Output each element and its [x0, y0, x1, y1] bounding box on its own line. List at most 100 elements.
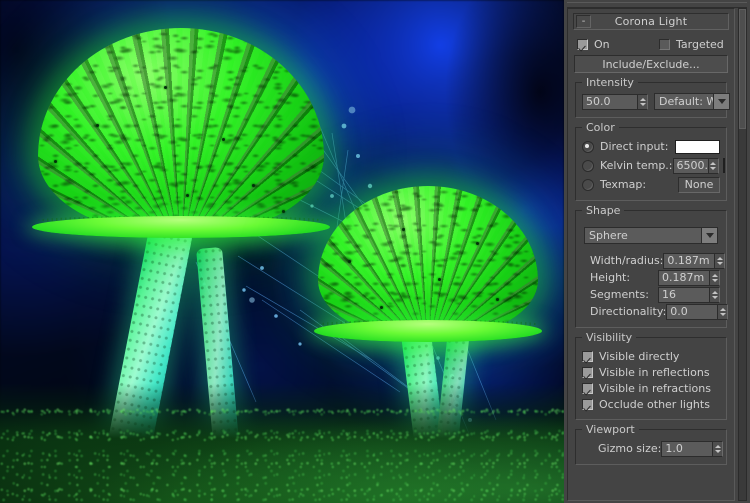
intensity-spinner-arrows[interactable] — [637, 93, 648, 110]
directionality-spinner[interactable]: 0.0 — [666, 303, 729, 320]
kelvin-spinner-arrows[interactable] — [707, 157, 719, 174]
chevron-down-icon[interactable] — [701, 228, 717, 243]
intensity-group: Intensity 50.0 Default: W — [575, 76, 730, 118]
checkbox-occlude-lights-icon[interactable] — [582, 398, 593, 410]
spinner-up-icon[interactable] — [639, 97, 646, 101]
height-row: Height: 0.187m — [582, 269, 720, 286]
width-radius-label: Width/radius: — [590, 254, 664, 267]
visible-in-refractions-row[interactable]: Visible in refractions — [582, 380, 720, 396]
direct-input-row[interactable]: Direct input: — [582, 138, 720, 155]
cap-pore — [348, 260, 351, 263]
visibility-group: Visibility Visible directly Visible in r… — [575, 331, 727, 420]
checkbox-visible-reflections-icon[interactable] — [582, 366, 593, 378]
on-checkbox-row[interactable]: On — [577, 36, 659, 52]
spinner-up-icon[interactable] — [710, 161, 717, 165]
segments-field[interactable]: 16 — [658, 286, 709, 303]
directionality-label: Directionality: — [590, 305, 667, 318]
segments-arrows[interactable] — [709, 286, 720, 303]
targeted-label: Targeted — [676, 37, 724, 51]
spinner-down-icon[interactable] — [716, 261, 723, 265]
intensity-units-dropdown[interactable]: Default: W — [654, 93, 730, 110]
kelvin-temp-row[interactable]: Kelvin temp.: 6500.0 — [582, 157, 725, 174]
radio-texmap-icon[interactable] — [582, 178, 594, 191]
kelvin-color-swatch[interactable] — [722, 158, 725, 173]
cap-pore — [222, 138, 225, 141]
segments-label: Segments: — [590, 288, 649, 301]
spinner-up-icon[interactable] — [711, 290, 718, 294]
spinner-down-icon[interactable] — [711, 295, 718, 299]
chevron-down-icon[interactable] — [713, 94, 729, 109]
spinner-down-icon[interactable] — [719, 312, 726, 316]
mushroom-cap-left — [32, 28, 330, 238]
width-radius-spinner[interactable]: 0.187m — [663, 252, 726, 269]
viewport-group-label: Viewport — [582, 423, 639, 436]
width-radius-field[interactable]: 0.187m — [663, 252, 715, 269]
cap-surface-right — [318, 186, 538, 338]
cap-pore — [282, 210, 285, 213]
include-exclude-button[interactable]: Include/Exclude... — [574, 55, 728, 73]
checkbox-visible-refractions-icon[interactable] — [582, 382, 593, 394]
visibility-group-label: Visibility — [582, 331, 637, 344]
texmap-label: Texmap: — [600, 178, 647, 191]
cap-rim-right — [313, 320, 543, 342]
render-viewport[interactable] — [0, 0, 564, 503]
directionality-field[interactable]: 0.0 — [666, 303, 718, 320]
visible-directly-row[interactable]: Visible directly — [582, 348, 720, 364]
spinner-up-icon[interactable] — [714, 444, 721, 448]
rollout-title: Corona Light — [614, 15, 688, 28]
checkbox-on-icon[interactable] — [577, 38, 588, 50]
gizmo-size-spinner[interactable]: 1.0 — [661, 440, 724, 457]
direct-input-color-swatch[interactable] — [675, 139, 720, 154]
gizmo-size-arrows[interactable] — [712, 440, 724, 457]
panel-scrollbar[interactable] — [738, 8, 747, 501]
directionality-arrows[interactable] — [717, 303, 729, 320]
cap-pore — [164, 86, 167, 89]
checkbox-targeted-icon[interactable] — [659, 38, 670, 50]
panel-scrollbar-thumb[interactable] — [739, 9, 746, 129]
height-arrows[interactable] — [709, 269, 720, 286]
segments-spinner[interactable]: 16 — [658, 286, 720, 303]
texmap-none-button[interactable]: None — [678, 176, 720, 193]
rollout-header-corona-light[interactable]: - Corona Light — [573, 13, 729, 30]
checkbox-visible-directly-icon[interactable] — [582, 350, 593, 362]
spinner-up-icon[interactable] — [711, 273, 718, 277]
spinner-down-icon[interactable] — [711, 278, 718, 282]
visible-in-reflections-row[interactable]: Visible in reflections — [582, 364, 720, 380]
command-panel: - Corona Light On Targeted Include/Exclu… — [564, 0, 750, 503]
height-spinner[interactable]: 0.187m — [658, 269, 720, 286]
collapse-toggle-icon[interactable]: - — [576, 15, 591, 28]
occlude-other-lights-label: Occlude other lights — [599, 397, 710, 411]
shape-group-label: Shape — [582, 204, 625, 217]
visible-in-reflections-label: Visible in reflections — [599, 365, 710, 379]
on-label: On — [594, 37, 610, 51]
width-radius-arrows[interactable] — [714, 252, 726, 269]
intensity-value-field[interactable]: 50.0 — [582, 93, 637, 110]
cap-pore — [252, 184, 255, 187]
height-field[interactable]: 0.187m — [658, 269, 709, 286]
targeted-checkbox-row[interactable]: Targeted — [659, 36, 724, 52]
kelvin-spinner[interactable]: 6500.0 — [672, 157, 719, 174]
viewport-group: Viewport Gizmo size: 1.0 — [575, 423, 727, 465]
spinner-up-icon[interactable] — [719, 307, 726, 311]
radio-direct-input-icon[interactable] — [582, 140, 594, 153]
spinner-up-icon[interactable] — [716, 256, 723, 260]
gizmo-size-field[interactable]: 1.0 — [661, 440, 713, 457]
visible-directly-label: Visible directly — [599, 349, 680, 363]
intensity-spinner[interactable]: 50.0 — [582, 93, 648, 110]
radio-kelvin-icon[interactable] — [582, 159, 594, 172]
application-window: - Corona Light On Targeted Include/Exclu… — [0, 0, 750, 503]
occlude-other-lights-row[interactable]: Occlude other lights — [582, 396, 720, 412]
spinner-down-icon[interactable] — [714, 449, 721, 453]
cap-rim-left — [32, 216, 330, 238]
spinner-down-icon[interactable] — [639, 102, 646, 106]
gizmo-size-row: Gizmo size: 1.0 — [582, 440, 724, 457]
spinner-down-icon[interactable] — [710, 166, 717, 170]
cap-pore — [402, 228, 405, 231]
kelvin-value-field[interactable]: 6500.0 — [672, 157, 708, 174]
segments-row: Segments: 16 — [582, 286, 720, 303]
shape-type-dropdown[interactable]: Sphere — [584, 227, 718, 244]
texmap-row[interactable]: Texmap: None — [582, 176, 720, 193]
cap-pore — [476, 242, 479, 245]
intensity-units-value: Default: W — [659, 95, 713, 108]
cap-surface-left — [38, 28, 324, 234]
